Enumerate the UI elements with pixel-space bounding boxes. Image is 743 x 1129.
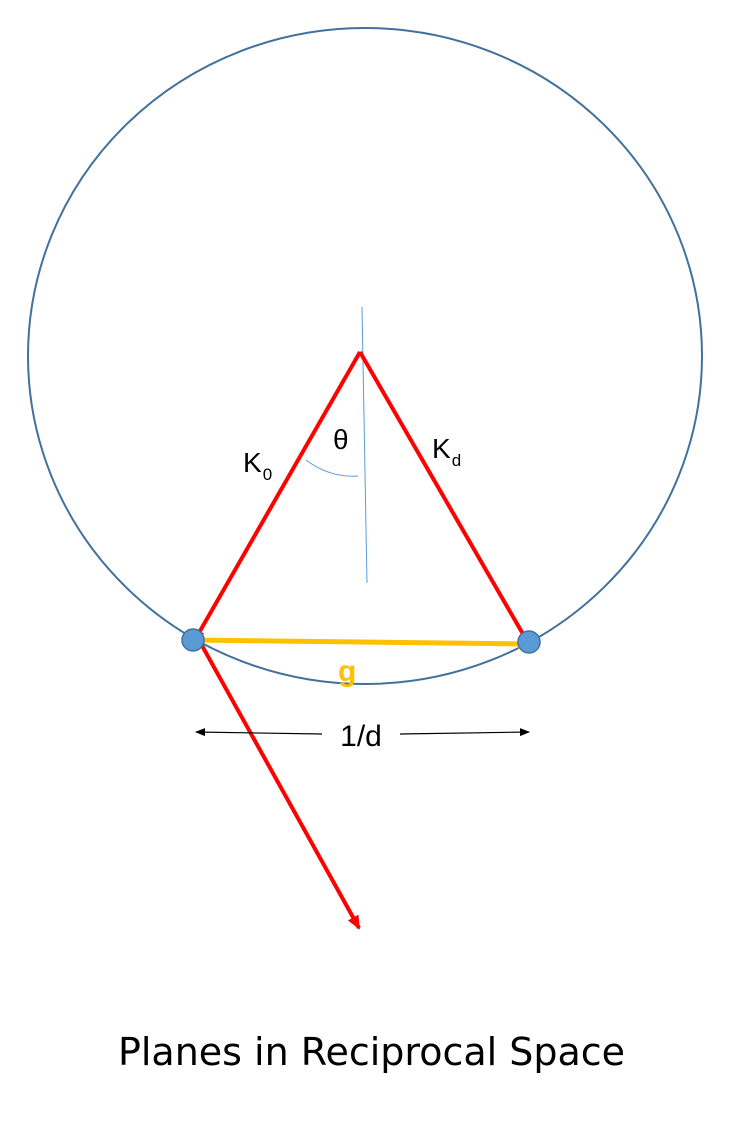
kd-vector-arrow bbox=[358, 350, 529, 643]
lattice-point-left bbox=[181, 628, 205, 652]
ewald-sphere-diagram: θ K0 Kd g 1/d bbox=[27, 27, 703, 930]
ewald-circle bbox=[27, 27, 703, 685]
spacing-label: 1/d bbox=[340, 720, 382, 753]
kd-label: Kd bbox=[432, 433, 461, 470]
transmitted-beam-arrow bbox=[198, 641, 361, 930]
theta-arc bbox=[305, 459, 359, 477]
k0-vector-arrow bbox=[194, 351, 362, 640]
vertical-axis-line bbox=[361, 306, 368, 584]
figure-caption: Planes in Reciprocal Space bbox=[117, 1030, 626, 1074]
spacing-arrow-left bbox=[195, 728, 323, 737]
k0-label: K0 bbox=[243, 447, 272, 484]
g-label: g bbox=[338, 655, 356, 688]
g-vector-arrow bbox=[193, 637, 528, 649]
lattice-point-right bbox=[517, 630, 541, 654]
spacing-arrow-right bbox=[399, 728, 530, 737]
theta-label: θ bbox=[333, 424, 349, 455]
